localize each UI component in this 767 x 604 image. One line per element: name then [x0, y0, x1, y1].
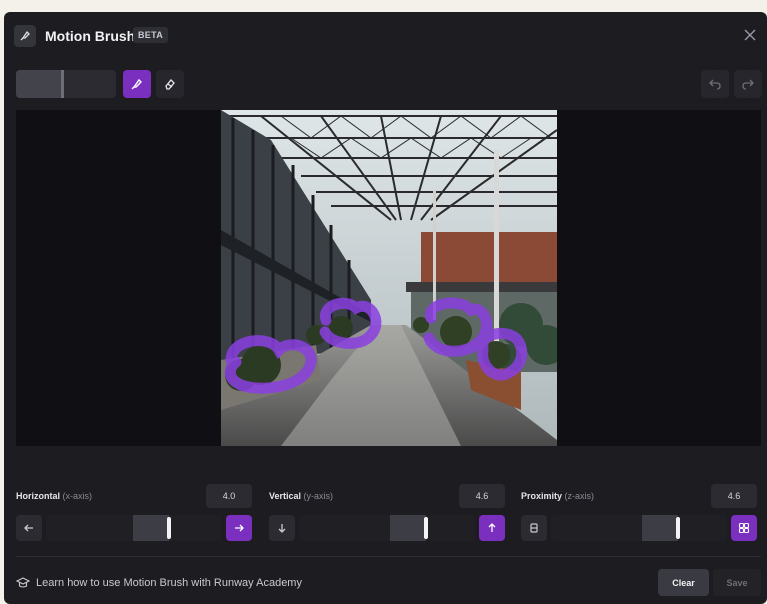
proximity-near-icon: [738, 522, 750, 534]
slider-highlight: [642, 515, 678, 541]
modal-title: Motion Brush: [45, 28, 136, 44]
redo-icon: [742, 79, 754, 90]
proximity-far-icon: [530, 523, 538, 533]
close-icon[interactable]: [743, 28, 757, 42]
vertical-slider[interactable]: [299, 515, 475, 541]
brush-icon: [131, 78, 142, 90]
slider-highlight: [390, 515, 426, 541]
horizontal-decrease-button[interactable]: [16, 515, 42, 541]
redo-button[interactable]: [734, 70, 762, 98]
brush-tool-button[interactable]: [123, 70, 151, 98]
clear-button[interactable]: Clear: [658, 569, 709, 596]
vertical-label: Vertical (y-axis): [269, 491, 334, 501]
motion-brush-modal: Motion Brush BETA Horizontal (x-axis) 4.…: [4, 12, 767, 604]
slider-handle[interactable]: [424, 517, 428, 539]
motion-controls: Horizontal (x-axis) 4.0 Vertical (y-axis…: [4, 484, 767, 546]
undo-icon: [709, 79, 721, 90]
beta-badge: BETA: [133, 27, 169, 43]
vertical-value-input[interactable]: 4.6: [459, 484, 505, 508]
horizontal-label: Horizontal (x-axis): [16, 491, 93, 501]
proximity-increase-button[interactable]: [731, 515, 757, 541]
slider-handle[interactable]: [676, 517, 680, 539]
vertical-control: Vertical (y-axis) 4.6: [269, 484, 505, 546]
brush-toolbar: [4, 70, 767, 102]
horizontal-control: Horizontal (x-axis) 4.0: [16, 484, 252, 546]
eraser-icon: [165, 79, 175, 90]
slider-highlight: [133, 515, 169, 541]
brush-icon: [14, 25, 36, 47]
graduation-cap-icon: [16, 577, 30, 588]
source-image: [221, 110, 557, 446]
proximity-control: Proximity (z-axis) 4.6: [521, 484, 757, 546]
motion-brush-canvas[interactable]: [16, 110, 761, 446]
modal-footer: Learn how to use Motion Brush with Runwa…: [4, 562, 767, 602]
proximity-slider[interactable]: [551, 515, 727, 541]
arrow-left-icon: [24, 524, 33, 532]
undo-button[interactable]: [701, 70, 729, 98]
vertical-increase-button[interactable]: [479, 515, 505, 541]
learn-link-text[interactable]: Learn how to use Motion Brush with Runwa…: [36, 577, 302, 589]
modal-header: Motion Brush BETA: [4, 12, 767, 62]
arrow-right-icon: [235, 524, 244, 532]
learn-link[interactable]: Learn how to use Motion Brush with Runwa…: [16, 577, 302, 589]
eraser-tool-button[interactable]: [156, 70, 184, 98]
horizontal-slider[interactable]: [46, 515, 222, 541]
proximity-label: Proximity (z-axis): [521, 491, 595, 501]
vertical-decrease-button[interactable]: [269, 515, 295, 541]
arrow-down-icon: [278, 524, 286, 533]
brush-size-slider[interactable]: [16, 70, 116, 98]
slider-handle[interactable]: [167, 517, 171, 539]
horizontal-increase-button[interactable]: [226, 515, 252, 541]
arrow-up-icon: [488, 523, 496, 532]
footer-divider: [16, 556, 761, 557]
save-button[interactable]: Save: [713, 569, 761, 596]
brush-size-fill: [16, 70, 64, 98]
proximity-decrease-button[interactable]: [521, 515, 547, 541]
proximity-value-input[interactable]: 4.6: [711, 484, 757, 508]
horizontal-value-input[interactable]: 4.0: [206, 484, 252, 508]
